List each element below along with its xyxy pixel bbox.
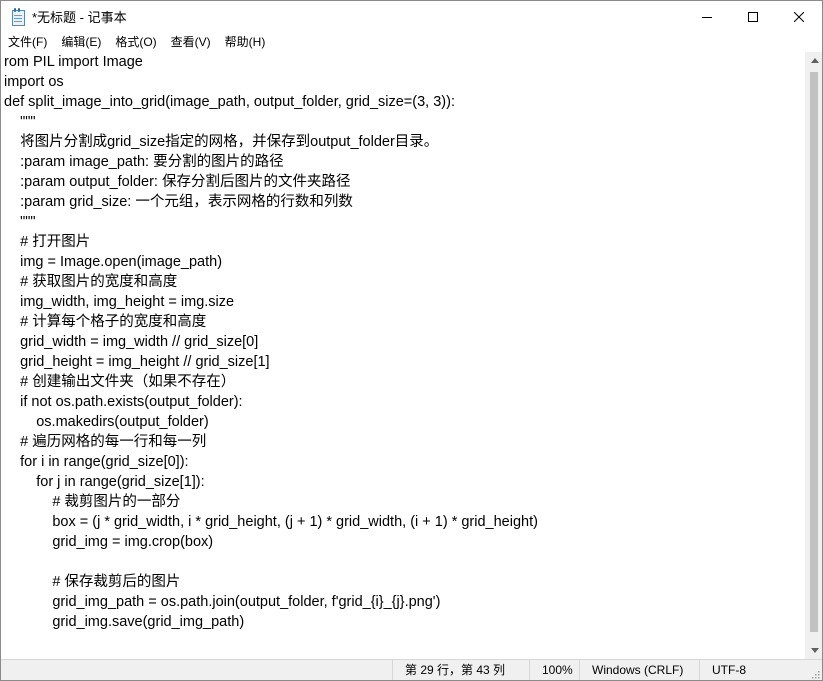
cursor-position: 第 29 行，第 43 列 (392, 660, 529, 680)
close-button[interactable] (776, 1, 822, 32)
editor-line[interactable]: img = Image.open(image_path) (4, 252, 805, 272)
menu-help[interactable]: 帮助(H) (218, 32, 273, 52)
minimize-button[interactable] (684, 1, 730, 32)
zoom-level: 100% (529, 660, 579, 680)
line-ending: Windows (CRLF) (579, 660, 699, 680)
editor-line[interactable]: """ (4, 112, 805, 132)
editor-line[interactable]: for j in range(grid_size[1]): (4, 472, 805, 492)
encoding: UTF-8 (699, 660, 809, 680)
editor-line[interactable]: 将图片分割成grid_size指定的网格，并保存到output_folder目录… (4, 132, 805, 152)
maximize-icon (748, 11, 758, 22)
menu-format[interactable]: 格式(O) (108, 32, 163, 52)
minimize-icon (702, 16, 712, 18)
editor-line[interactable]: if not os.path.exists(output_folder): (4, 392, 805, 412)
scrollbar-thumb[interactable] (810, 72, 818, 632)
editor-line[interactable]: os.makedirs(output_folder) (4, 412, 805, 432)
editor-line[interactable]: """ (4, 212, 805, 232)
editor-line[interactable]: # 创建输出文件夹（如果不存在） (4, 372, 805, 392)
editor-line[interactable]: # 裁剪图片的一部分 (4, 492, 805, 512)
editor-line[interactable]: # 计算每个格子的宽度和高度 (4, 312, 805, 332)
maximize-button[interactable] (730, 1, 776, 32)
editor-line[interactable]: :param image_path: 要分割的图片的路径 (4, 152, 805, 172)
editor-line[interactable]: # 保存裁剪后的图片 (4, 572, 805, 592)
scroll-down-arrow-icon[interactable] (806, 642, 822, 659)
editor-line[interactable]: grid_img = img.crop(box) (4, 532, 805, 552)
resize-grip-icon[interactable] (810, 669, 820, 679)
editor-line[interactable]: rom PIL import Image (4, 52, 805, 72)
menu-file[interactable]: 文件(F) (1, 32, 54, 52)
editor-text[interactable]: rom PIL import Image import os def split_i… (1, 52, 805, 632)
editor-line[interactable]: for i in range(grid_size[0]): (4, 452, 805, 472)
menu-edit[interactable]: 编辑(E) (54, 32, 108, 52)
editor-line[interactable]: grid_img_path = os.path.join(output_fold… (4, 592, 805, 612)
editor-line[interactable]: :param grid_size: 一个元组，表示网格的行数和列数 (4, 192, 805, 212)
title-bar[interactable]: *无标题 - 记事本 (1, 1, 822, 32)
window-title: *无标题 - 记事本 (32, 10, 127, 25)
editor-line[interactable]: def split_image_into_grid(image_path, ou… (4, 92, 805, 112)
notepad-window: *无标题 - 记事本 文件(F) 编辑(E) 格式(O) 查看(V) 帮助(H)… (0, 0, 823, 681)
editor-line[interactable]: # 打开图片 (4, 232, 805, 252)
editor-line[interactable]: box = (j * grid_width, i * grid_height, … (4, 512, 805, 532)
editor-line[interactable]: grid_img.save(grid_img_path) (4, 612, 805, 632)
editor-line[interactable]: # 遍历网格的每一行和每一列 (4, 432, 805, 452)
editor-line[interactable]: # 获取图片的宽度和高度 (4, 272, 805, 292)
vertical-scrollbar[interactable] (805, 52, 822, 659)
scroll-up-arrow-icon[interactable] (806, 52, 822, 69)
notepad-icon (10, 7, 26, 26)
editor-line[interactable]: grid_height = img_height // grid_size[1] (4, 352, 805, 372)
menu-view[interactable]: 查看(V) (164, 32, 218, 52)
editor-line[interactable]: img_width, img_height = img.size (4, 292, 805, 312)
close-icon (794, 11, 804, 22)
editor-line[interactable]: import os (4, 72, 805, 92)
editor-line[interactable]: :param output_folder: 保存分割后图片的文件夹路径 (4, 172, 805, 192)
editor-line[interactable]: grid_width = img_width // grid_size[0] (4, 332, 805, 352)
window-controls (684, 1, 822, 32)
text-editor[interactable]: rom PIL import Image import os def split_i… (1, 52, 805, 659)
editor-line[interactable] (4, 552, 805, 572)
status-bar: 第 29 行，第 43 列 100% Windows (CRLF) UTF-8 (1, 659, 822, 680)
menu-bar: 文件(F) 编辑(E) 格式(O) 查看(V) 帮助(H) (1, 32, 822, 52)
